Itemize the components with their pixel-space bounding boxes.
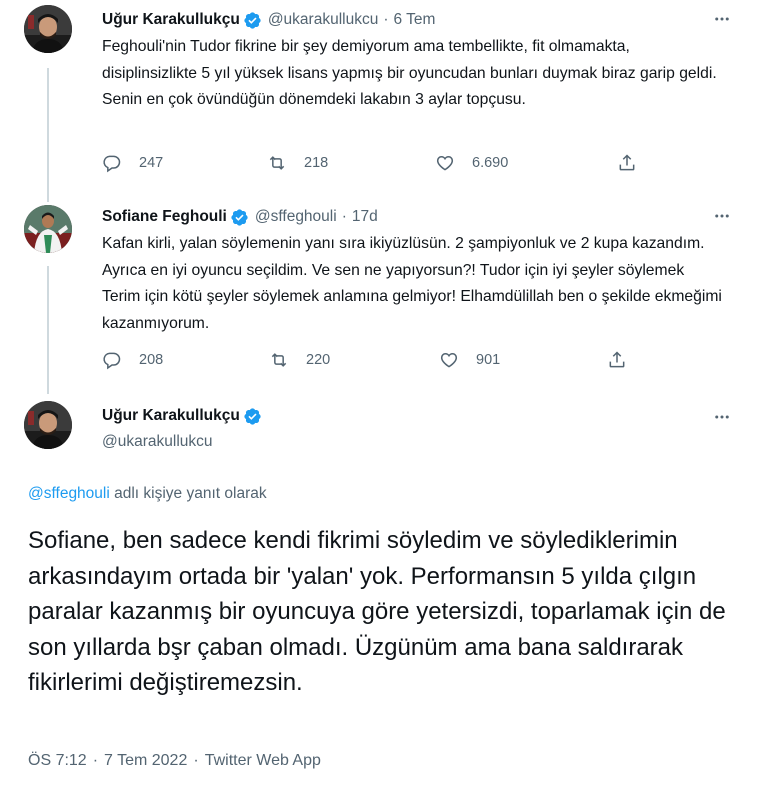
retweet-count: 220 (306, 352, 331, 368)
reply-icon (103, 155, 121, 173)
reply-button[interactable]: 247 (102, 153, 267, 173)
like-count: 901 (476, 352, 501, 368)
tweet-meta: ÖS 7:12 · 7 Tem 2022 · Twitter Web App (28, 752, 321, 770)
reply-button[interactable]: 208 (102, 350, 269, 370)
share-icon (609, 351, 625, 368)
like-button[interactable]: 6.690 (435, 153, 617, 173)
avatar[interactable] (24, 5, 72, 53)
tweet-source[interactable]: Twitter Web App (205, 752, 321, 770)
avatar[interactable] (24, 401, 72, 449)
main-tweet-text: Sofiane, ben sadece kendi fikrimi söyled… (28, 527, 726, 696)
separator: · (383, 11, 389, 28)
share-button[interactable] (617, 153, 637, 173)
share-icon (619, 154, 635, 171)
tweet-time[interactable]: ÖS 7:12 (28, 752, 87, 770)
display-name[interactable]: Sofiane Feghouli (102, 207, 227, 227)
avatar[interactable] (24, 205, 72, 253)
reply-count: 208 (139, 352, 164, 368)
more-icon[interactable] (712, 9, 732, 29)
display-name[interactable]: Uğur Karakullukçu (102, 406, 240, 426)
separator: · (193, 752, 199, 769)
handle[interactable]: @ukarakullukcu (268, 10, 379, 30)
thread-line (47, 266, 49, 394)
retweet-button[interactable]: 220 (269, 350, 439, 370)
retweet-icon (269, 156, 285, 170)
thread-line (47, 68, 49, 202)
share-button[interactable] (607, 350, 627, 370)
more-icon[interactable] (712, 407, 732, 427)
handle[interactable]: @sffeghouli (255, 207, 337, 227)
like-icon (436, 155, 454, 171)
reply-icon (103, 352, 121, 370)
verified-badge-icon (244, 11, 261, 29)
reply-mention-link[interactable]: @sffeghouli (28, 485, 110, 502)
tweet-date[interactable]: 7 Tem 2022 (104, 752, 187, 770)
retweet-count: 218 (304, 155, 329, 171)
like-button[interactable]: 901 (439, 350, 607, 370)
retweet-button[interactable]: 218 (267, 153, 435, 173)
handle[interactable]: @ukarakullukcu (102, 432, 213, 452)
tweet-text: Kafan kirli, yalan söylemenin yanı sıra … (102, 235, 722, 332)
timestamp[interactable]: 17d (352, 207, 378, 227)
verified-badge-icon (244, 407, 261, 425)
reply-context: @sffeghouli adlı kişiye yanıt olarak (28, 485, 267, 503)
tweet-text: Feghouli'nin Tudor fikrine bir şey demiy… (102, 38, 717, 108)
verified-badge-icon (231, 208, 248, 226)
timestamp[interactable]: 6 Tem (394, 10, 436, 30)
like-count: 6.690 (472, 155, 509, 171)
like-icon (440, 352, 458, 368)
reply-context-text: adlı kişiye yanıt olarak (109, 485, 267, 502)
separator: · (92, 752, 99, 769)
more-icon[interactable] (712, 206, 732, 226)
reply-count: 247 (139, 155, 164, 171)
retweet-icon (271, 353, 287, 367)
display-name[interactable]: Uğur Karakullukçu (102, 10, 240, 30)
separator: · (341, 208, 347, 225)
